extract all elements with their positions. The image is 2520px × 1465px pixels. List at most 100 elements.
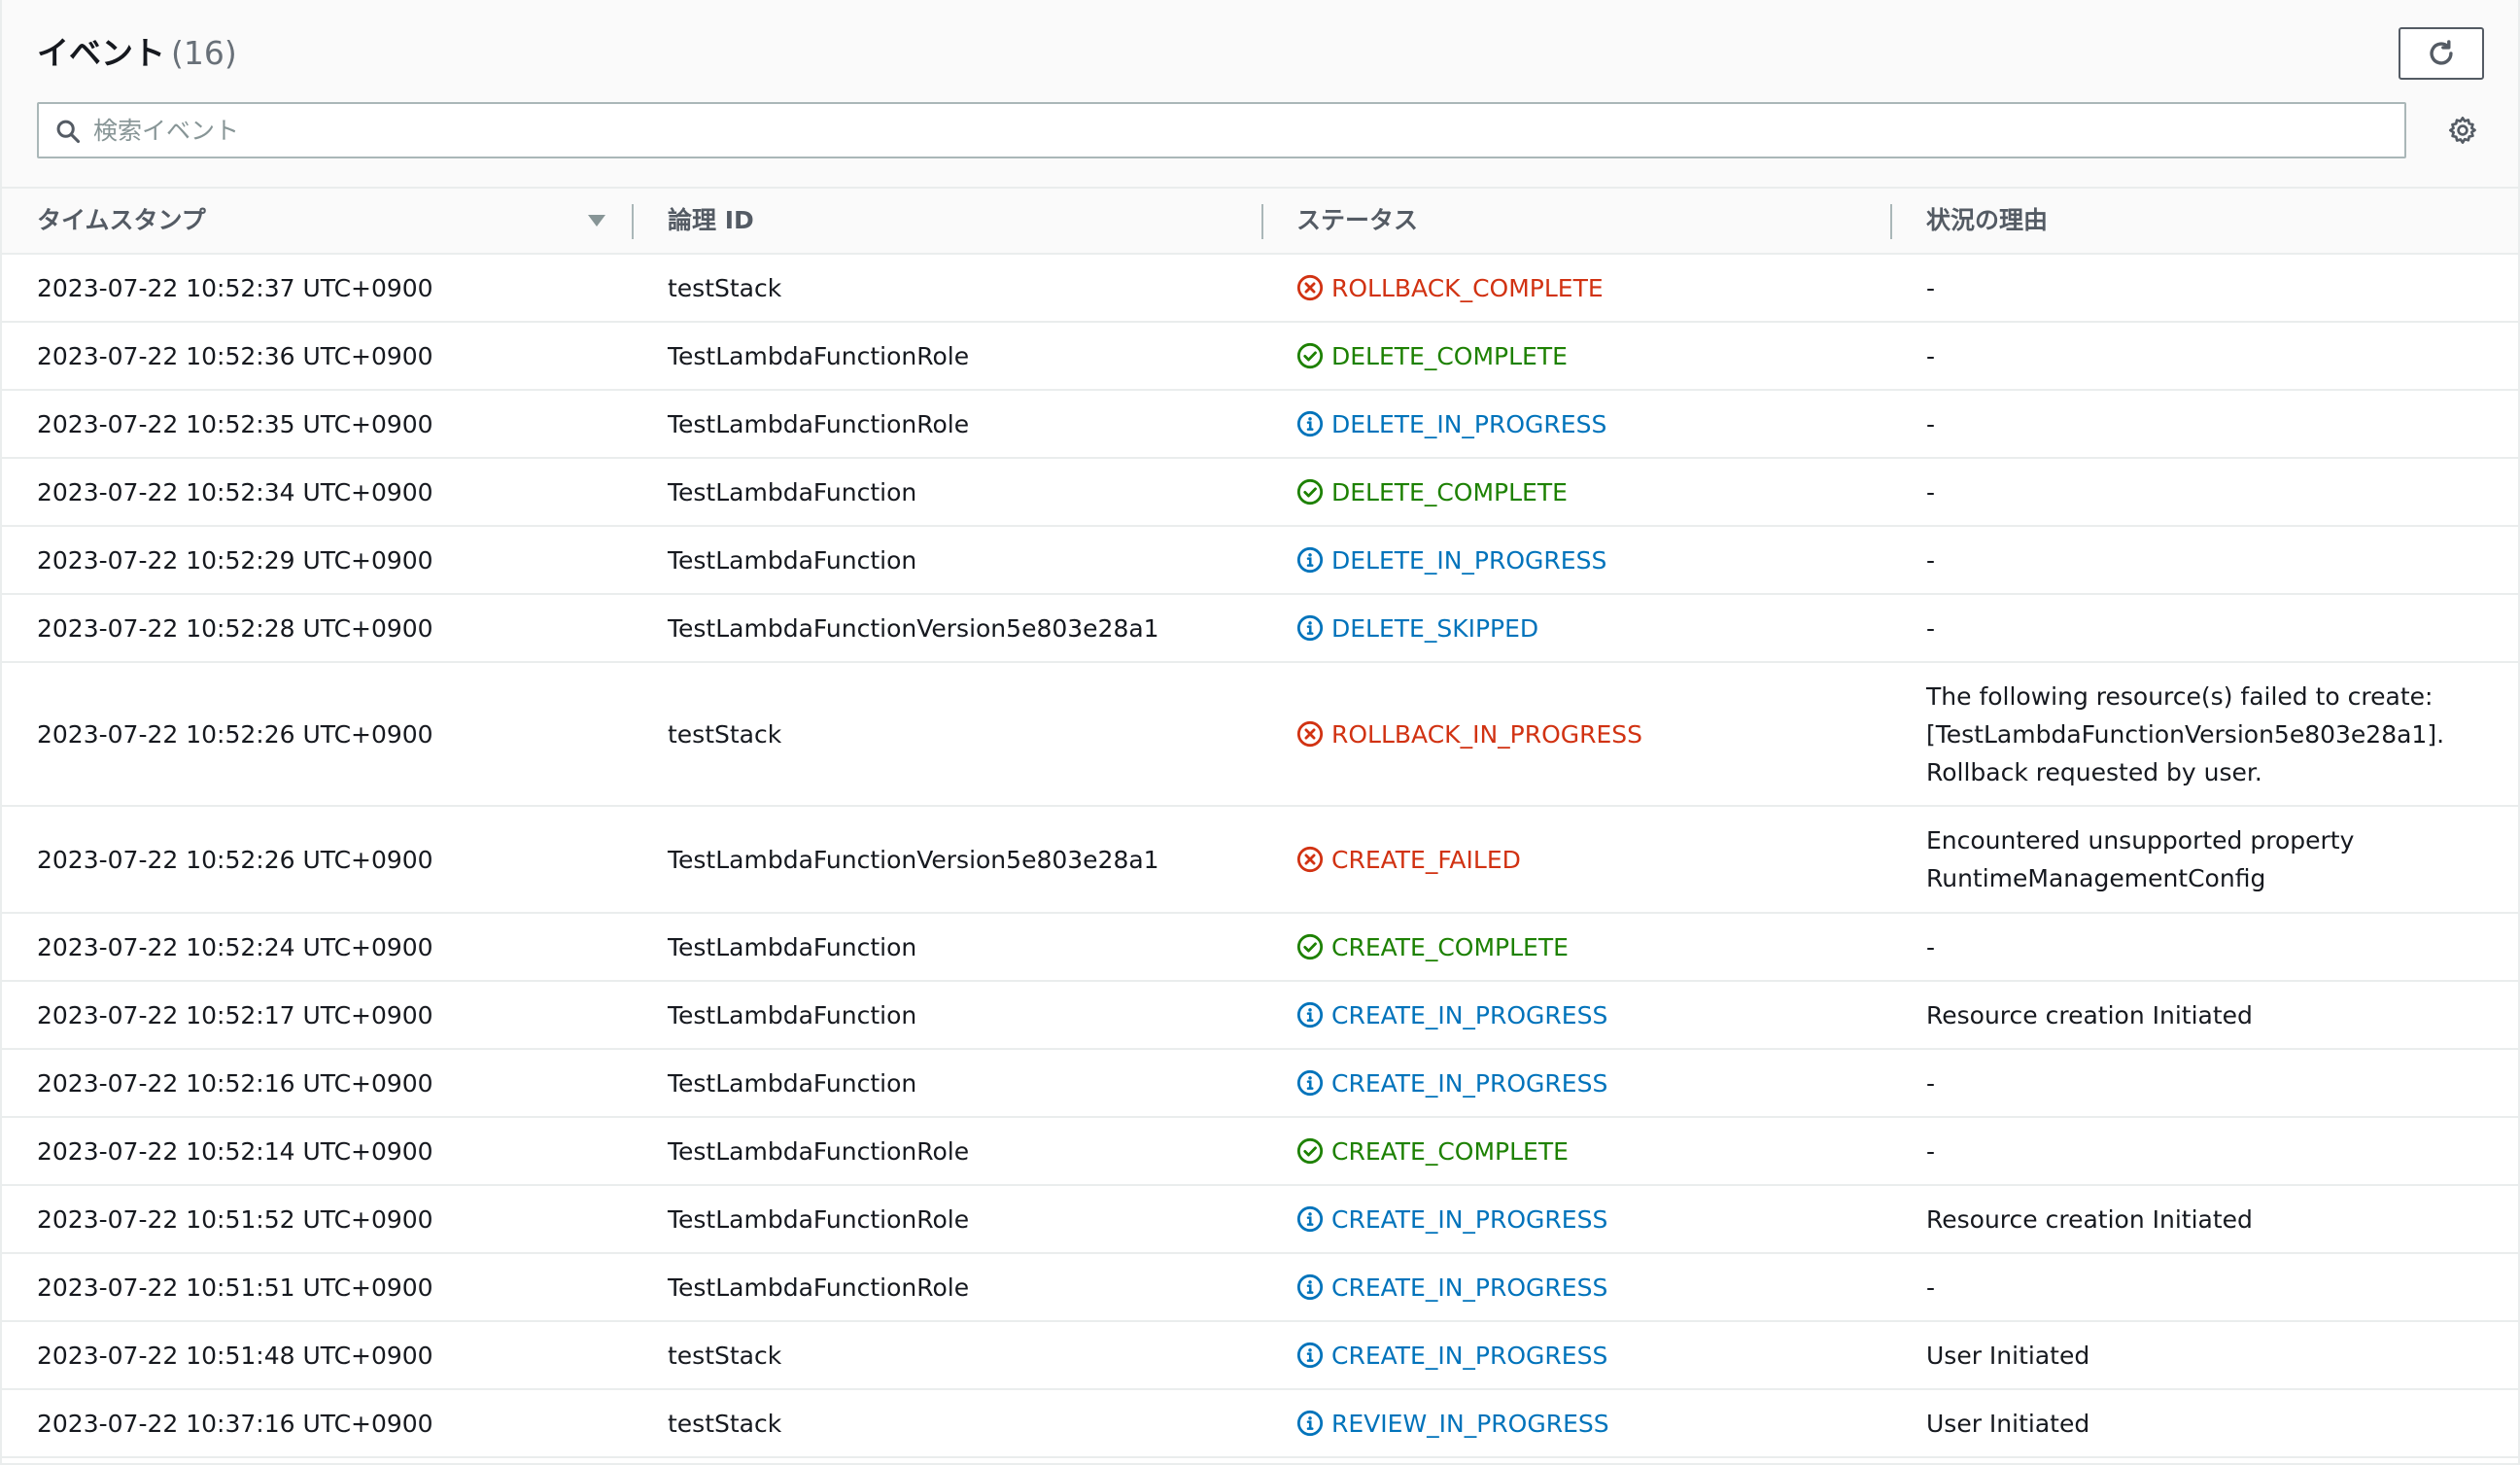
info-circle-icon (1296, 1273, 1324, 1301)
reason-lines: - (1926, 473, 1935, 511)
table-row: 2023-07-22 10:52:35 UTC+0900 TestLambdaFu… (2, 391, 2518, 459)
reason-line: [TestLambdaFunctionVersion5e803e28a1]. (1926, 719, 2445, 749)
status-text: CREATE_IN_PROGRESS (1331, 1204, 1608, 1234)
info-circle-icon (1296, 1342, 1324, 1369)
reason-lines: - (1926, 541, 1935, 579)
status-cell: CREATE_COMPLETE (1296, 1118, 1569, 1184)
column-header-timestamp[interactable]: タイムスタンプ (37, 189, 206, 253)
table-row: 2023-07-22 10:52:29 UTC+0900 TestLambdaFu… (2, 527, 2518, 595)
logical-id-cell: TestLambdaFunction (668, 477, 917, 506)
status-cell: ROLLBACK_IN_PROGRESS (1296, 663, 1642, 805)
timestamp-cell: 2023-07-22 10:52:34 UTC+0900 (37, 477, 433, 506)
event-count: (16) (171, 34, 237, 72)
column-header-reason[interactable]: 状況の理由 (1926, 189, 2048, 253)
table-row: 2023-07-22 10:51:51 UTC+0900 TestLambdaFu… (2, 1254, 2518, 1322)
reason-lines: - (1926, 1133, 1935, 1170)
reason-lines: - (1926, 337, 1935, 375)
column-resizer[interactable] (1890, 204, 1892, 239)
table-row: 2023-07-22 10:52:26 UTC+0900 testStack ROL… (2, 663, 2518, 807)
events-header: イベント (16) (2, 0, 2518, 187)
timestamp-cell: 2023-07-22 10:51:51 UTC+0900 (37, 1273, 433, 1302)
error-circle-icon (1296, 846, 1324, 873)
settings-button[interactable] (2445, 113, 2480, 148)
table-row: 2023-07-22 10:51:48 UTC+0900 testStack CRE… (2, 1322, 2518, 1390)
reason-line: - (1926, 341, 1936, 370)
info-circle-icon (1296, 614, 1324, 642)
reason-cell: - (1926, 595, 2509, 661)
reason-cell: - (1926, 1118, 2509, 1184)
reason-lines: - (1926, 269, 1935, 307)
logical-id-cell: TestLambdaFunction (668, 932, 917, 961)
refresh-button[interactable] (2399, 27, 2484, 80)
logical-id-cell: testStack (668, 1409, 782, 1438)
search-input[interactable] (93, 104, 2387, 157)
table-row: 2023-07-22 10:52:26 UTC+0900 TestLambdaFu… (2, 807, 2518, 914)
status-cell: REVIEW_IN_PROGRESS (1296, 1390, 1609, 1456)
reason-line: User Initiated (1926, 1341, 2090, 1370)
status-text: ROLLBACK_IN_PROGRESS (1331, 719, 1643, 749)
timestamp-cell: 2023-07-22 10:51:52 UTC+0900 (37, 1204, 433, 1234)
reason-lines: - (1926, 1269, 1935, 1307)
timestamp-cell: 2023-07-22 10:52:26 UTC+0900 (37, 845, 433, 874)
page-title: イベント (16) (37, 27, 237, 74)
status-text: CREATE_COMPLETE (1331, 932, 1569, 961)
timestamp-cell: 2023-07-22 10:51:48 UTC+0900 (37, 1341, 433, 1370)
reason-lines: - (1926, 610, 1935, 647)
reason-line: - (1926, 1273, 1936, 1302)
status-cell: DELETE_COMPLETE (1296, 459, 1568, 525)
reason-line: - (1926, 545, 1936, 575)
reason-line: Encountered unsupported property (1926, 826, 2355, 855)
info-circle-icon (1296, 410, 1324, 437)
status-cell: CREATE_IN_PROGRESS (1296, 1186, 1607, 1252)
check-circle-icon (1296, 1137, 1324, 1165)
search-field[interactable] (37, 102, 2406, 158)
search-icon (56, 120, 81, 144)
reason-cell: - (1926, 914, 2509, 980)
status-text: CREATE_FAILED (1331, 845, 1521, 874)
status-cell: CREATE_IN_PROGRESS (1296, 1254, 1607, 1320)
reason-line: - (1926, 477, 1936, 506)
reason-cell: - (1926, 391, 2509, 457)
table-row: 2023-07-22 10:52:24 UTC+0900 TestLambdaFu… (2, 914, 2518, 982)
column-header-status[interactable]: ステータス (1296, 189, 1418, 253)
status-text: DELETE_SKIPPED (1331, 613, 1539, 643)
column-resizer[interactable] (632, 204, 634, 239)
reason-lines: - (1926, 405, 1935, 443)
table-header: タイムスタンプ 論理 ID ステータス 状況の理由 (2, 187, 2518, 255)
column-header-logical-id[interactable]: 論理 ID (668, 189, 754, 253)
reason-cell: - (1926, 255, 2509, 321)
status-cell: CREATE_IN_PROGRESS (1296, 1050, 1607, 1116)
reason-line: - (1926, 1136, 1936, 1166)
reason-line: User Initiated (1926, 1409, 2090, 1438)
reason-lines: User Initiated (1926, 1405, 2089, 1443)
status-cell: DELETE_IN_PROGRESS (1296, 391, 1606, 457)
error-circle-icon (1296, 274, 1324, 301)
table-row: 2023-07-22 10:52:36 UTC+0900 TestLambdaFu… (2, 323, 2518, 391)
check-circle-icon (1296, 342, 1324, 369)
info-circle-icon (1296, 1205, 1324, 1233)
info-circle-icon (1296, 1069, 1324, 1097)
status-cell: DELETE_COMPLETE (1296, 323, 1568, 389)
logical-id-cell: testStack (668, 719, 782, 749)
status-cell: CREATE_COMPLETE (1296, 914, 1569, 980)
sort-descending-icon[interactable] (587, 214, 606, 227)
table-row: 2023-07-22 10:37:16 UTC+0900 testStack REV… (2, 1390, 2518, 1458)
reason-line: RuntimeManagementConfig (1926, 864, 2266, 892)
status-text: REVIEW_IN_PROGRESS (1331, 1409, 1609, 1438)
table-row: 2023-07-22 10:51:52 UTC+0900 TestLambdaFu… (2, 1186, 2518, 1254)
column-resizer[interactable] (1261, 204, 1263, 239)
timestamp-cell: 2023-07-22 10:52:37 UTC+0900 (37, 273, 433, 302)
table-row: 2023-07-22 10:52:37 UTC+0900 testStack ROL… (2, 255, 2518, 323)
timestamp-cell: 2023-07-22 10:37:16 UTC+0900 (37, 1409, 433, 1438)
logical-id-cell: testStack (668, 1341, 782, 1370)
status-text: DELETE_IN_PROGRESS (1331, 409, 1607, 438)
check-circle-icon (1296, 478, 1324, 506)
logical-id-cell: TestLambdaFunction (668, 1000, 917, 1029)
logical-id-cell: TestLambdaFunctionRole (668, 409, 970, 438)
reason-cell: - (1926, 527, 2509, 593)
status-cell: ROLLBACK_COMPLETE (1296, 255, 1604, 321)
reason-cell: - (1926, 459, 2509, 525)
reason-cell: Encountered unsupported property RuntimeM… (1926, 807, 2509, 912)
logical-id-cell: TestLambdaFunction (668, 1068, 917, 1098)
reason-line: - (1926, 1068, 1936, 1098)
